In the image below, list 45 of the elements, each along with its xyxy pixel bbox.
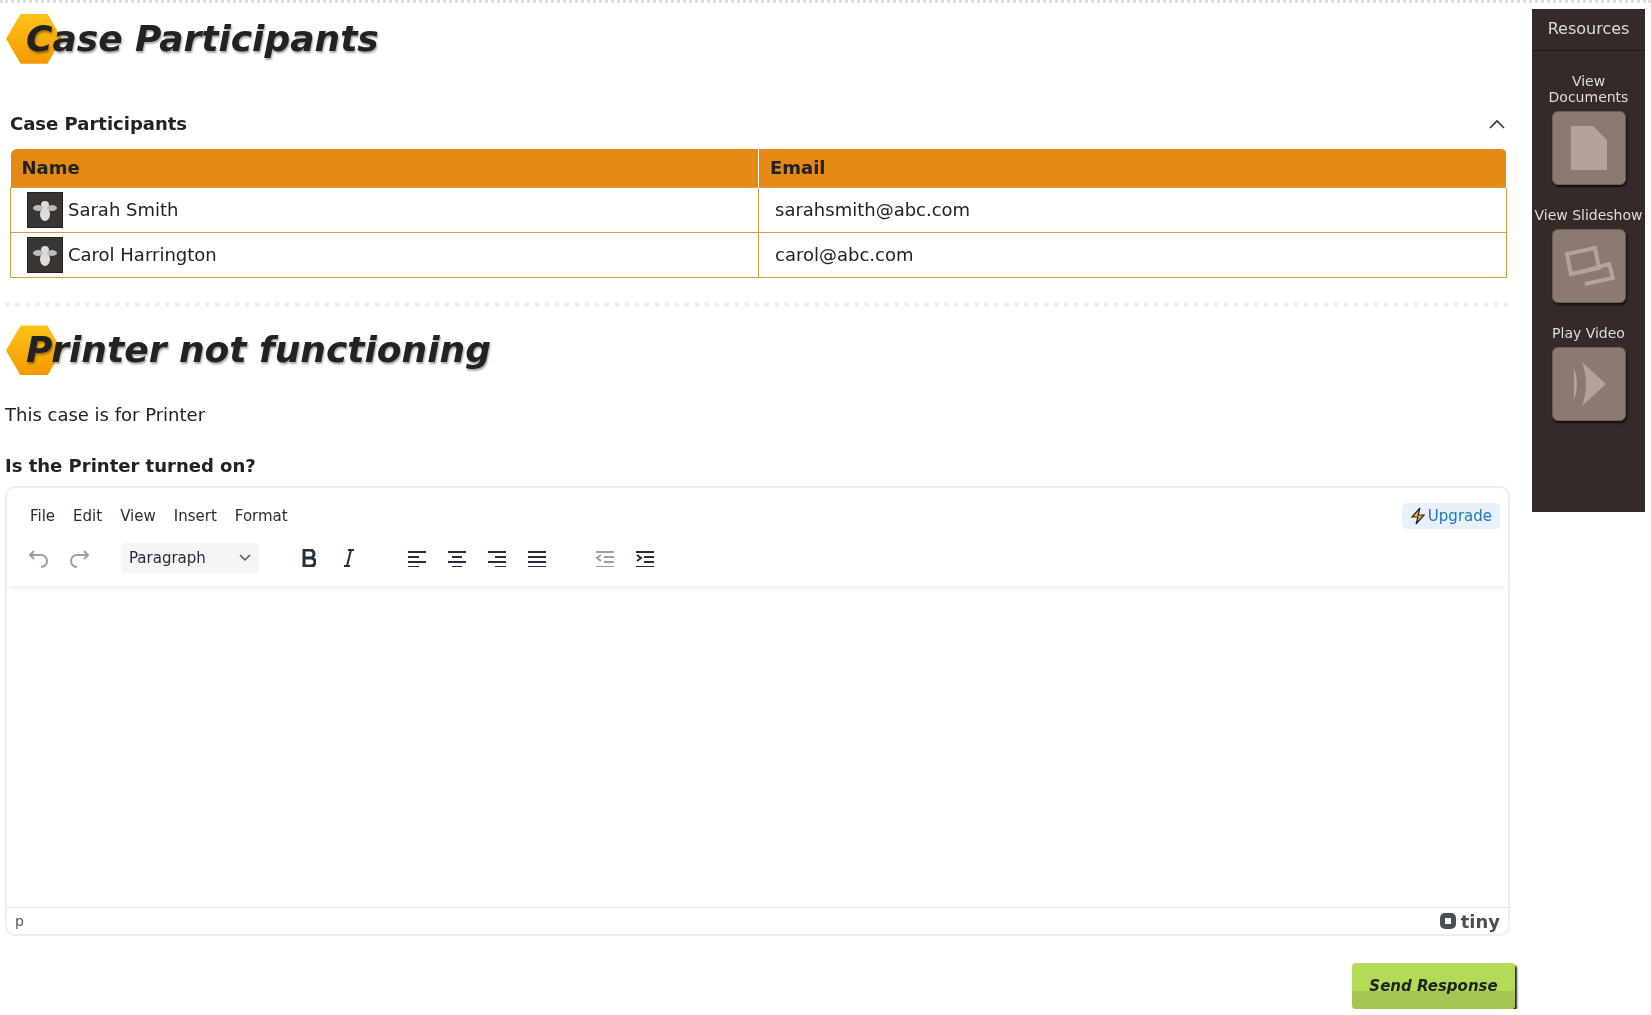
align-right-icon xyxy=(487,549,507,568)
resource-button[interactable] xyxy=(1551,229,1626,303)
sidebar-title: Resources xyxy=(1532,9,1645,51)
avatar-icon xyxy=(27,191,63,228)
section-title: Case Participants xyxy=(10,113,188,135)
play-icon xyxy=(1571,362,1606,406)
menu-item[interactable]: Insert xyxy=(164,503,226,530)
avatar-icon xyxy=(27,236,63,273)
resource-button[interactable] xyxy=(1551,347,1626,421)
menu-item[interactable]: View xyxy=(111,503,165,530)
resource-label: View Documents xyxy=(1547,73,1630,105)
resource-button[interactable] xyxy=(1551,111,1626,185)
email-cell: carol@abc.com xyxy=(758,232,1507,278)
block-format-dropdown[interactable]: Paragraph xyxy=(121,543,259,574)
column-header: Email xyxy=(758,148,1507,188)
column-header: Name xyxy=(10,148,759,188)
bold-icon xyxy=(302,549,316,568)
align-left-icon xyxy=(407,549,427,568)
redo-icon xyxy=(68,548,90,569)
menu-item[interactable]: Format xyxy=(225,503,297,530)
menu-item[interactable]: File xyxy=(21,503,65,530)
justify-icon xyxy=(527,549,547,568)
align-center-icon xyxy=(447,549,467,568)
question-label: Is the Printer turned on? xyxy=(5,455,257,477)
resource-label: Play Video xyxy=(1551,325,1626,341)
brand-logo: tiny xyxy=(1438,910,1500,932)
send-response-button[interactable]: Send Response xyxy=(1352,963,1515,1009)
participant-name: Sarah Smith xyxy=(68,199,179,221)
collapse-toggle[interactable] xyxy=(1489,118,1505,129)
email-cell: sarahsmith@abc.com xyxy=(758,187,1507,233)
indent-icon xyxy=(635,549,655,568)
upgrade-button[interactable]: Upgrade xyxy=(1401,503,1500,530)
lightning-icon xyxy=(1409,507,1426,526)
menu-item[interactable]: Edit xyxy=(64,503,112,530)
chevron-icon xyxy=(1489,118,1505,129)
resource-label: View Slideshow xyxy=(1533,207,1644,223)
case-description: This case is for Printer xyxy=(5,404,207,426)
participant-name: Carol Harrington xyxy=(68,244,217,266)
outdent-icon xyxy=(595,549,615,568)
chevron-down-icon xyxy=(239,554,251,563)
element-path: p xyxy=(15,913,24,929)
document-icon xyxy=(1570,126,1607,170)
italic-icon xyxy=(343,549,355,568)
undo-icon xyxy=(28,548,50,569)
pictures-icon xyxy=(1562,246,1615,286)
